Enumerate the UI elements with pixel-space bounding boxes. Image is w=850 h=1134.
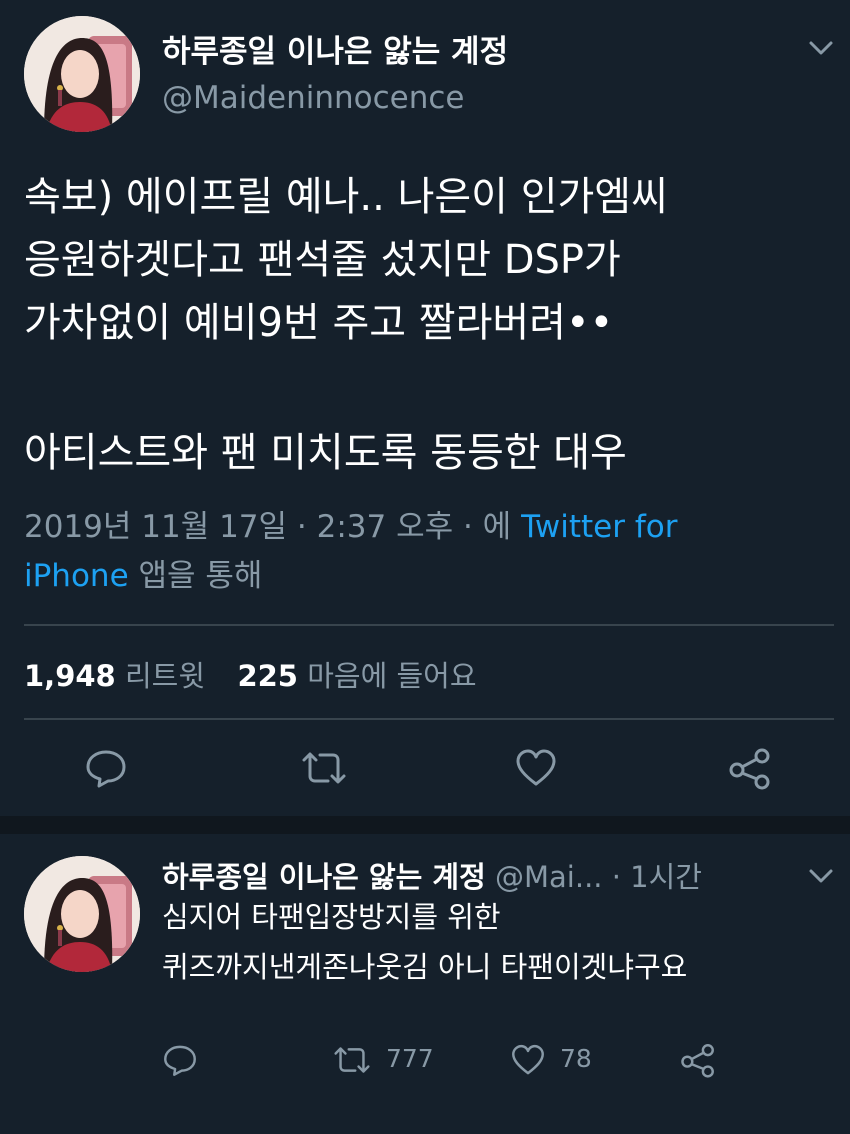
share-icon[interactable] bbox=[680, 1042, 716, 1078]
like-count: 225 bbox=[237, 659, 298, 693]
retweets-stat[interactable]: 1,948 리트윗 bbox=[24, 659, 205, 693]
like-icon[interactable] bbox=[510, 1042, 546, 1078]
author-display-name[interactable]: 하루종일 이나은 앓는 계정 bbox=[162, 26, 508, 71]
chevron-down-icon[interactable] bbox=[806, 36, 836, 60]
reply-header: 하루종일 이나은 앓는 계정 @Mai... · 1시간 bbox=[162, 854, 702, 896]
reply-icon[interactable] bbox=[162, 1042, 198, 1078]
tweet-source: iPhone 앱을 통해 bbox=[24, 551, 262, 601]
share-icon[interactable] bbox=[728, 746, 772, 790]
tweet-timestamp: 2019년 11월 17일 · 2:37 오후 · 에 Twitter for bbox=[24, 502, 677, 552]
retweet-label: 리트윗 bbox=[115, 659, 205, 693]
timeline-separator bbox=[0, 816, 850, 834]
retweet-icon[interactable] bbox=[332, 1042, 372, 1078]
like-label: 마음에 들어요 bbox=[297, 659, 477, 693]
source-suffix: 앱을 통해 bbox=[128, 558, 263, 594]
divider bbox=[24, 624, 834, 626]
reply-icon[interactable] bbox=[84, 746, 128, 790]
reply-display-name[interactable]: 하루종일 이나은 앓는 계정 bbox=[162, 860, 486, 894]
like-icon[interactable] bbox=[514, 746, 558, 790]
tweet-text-line-3: 가차없이 예비9번 주고 짤라버려•• bbox=[24, 300, 614, 346]
reply-time: · 1시간 bbox=[602, 860, 702, 894]
reply-handle[interactable]: @Mai... bbox=[495, 860, 603, 894]
retweet-icon[interactable] bbox=[300, 746, 348, 790]
tweet-text-line-1: 속보) 에이프릴 예나.. 나은이 인가엠씨 bbox=[24, 174, 668, 220]
likes-stat[interactable]: 225 마음에 들어요 bbox=[237, 659, 476, 693]
author-handle[interactable]: @Maideninnocence bbox=[162, 80, 465, 116]
source-link[interactable]: Twitter for bbox=[521, 509, 677, 545]
reply-text-line-1: 심지어 타팬입장방지를 위한 bbox=[162, 900, 501, 934]
tweet-stats: 1,948 리트윗 225 마음에 들어요 bbox=[24, 653, 477, 695]
retweet-count: 1,948 bbox=[24, 659, 116, 693]
author-avatar[interactable] bbox=[24, 16, 140, 132]
reply-text-line-2: 퀴즈까지낸게존나웃김 아니 타팬이겟냐구요 bbox=[162, 950, 688, 984]
reply-retweet-count: 777 bbox=[386, 1044, 434, 1073]
source-link-continued[interactable]: iPhone bbox=[24, 558, 129, 594]
tweet-text-line-2: 응원하겟다고 팬석줄 섰지만 DSP가 bbox=[24, 237, 621, 283]
chevron-down-icon[interactable] bbox=[806, 864, 836, 888]
timestamp-text: 2019년 11월 17일 · 2:37 오후 · 에 bbox=[24, 509, 522, 545]
reply-like-count: 78 bbox=[560, 1044, 592, 1073]
reply-author-avatar[interactable] bbox=[24, 856, 140, 972]
divider bbox=[24, 718, 834, 720]
tweet-text-line-4: 아티스트와 팬 미치도록 동등한 대우 bbox=[24, 430, 627, 476]
